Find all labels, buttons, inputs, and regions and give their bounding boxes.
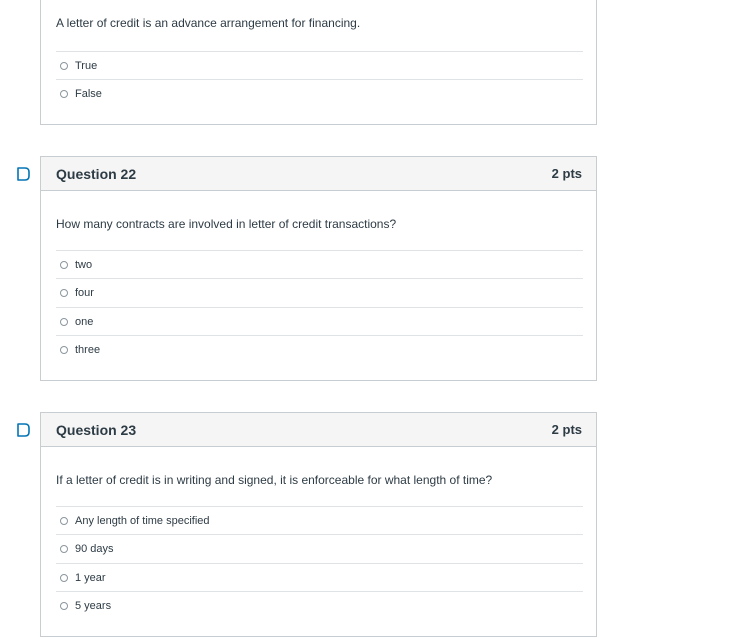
radio-button[interactable] bbox=[60, 545, 68, 553]
radio-button[interactable] bbox=[60, 317, 68, 326]
answer-list: True False bbox=[56, 51, 583, 107]
answer-option[interactable]: 90 days bbox=[56, 534, 583, 563]
flag-question-icon[interactable] bbox=[16, 422, 31, 438]
question-card-23: Question 23 2 pts If a letter of credit … bbox=[40, 412, 597, 637]
answer-label: two bbox=[75, 258, 93, 271]
radio-button[interactable] bbox=[60, 289, 68, 297]
radio-button[interactable] bbox=[60, 89, 68, 98]
answer-label: 5 years bbox=[75, 599, 112, 612]
question-text: How many contracts are involved in lette… bbox=[56, 217, 397, 231]
question-text: A letter of credit is an advance arrange… bbox=[56, 16, 361, 30]
radio-button[interactable] bbox=[60, 573, 68, 582]
answer-option[interactable]: True bbox=[56, 51, 583, 79]
question-points: 2 pts bbox=[551, 422, 582, 437]
radio-button[interactable] bbox=[60, 260, 68, 269]
question-text: If a letter of credit is in writing and … bbox=[56, 473, 493, 487]
answer-label: three bbox=[75, 343, 101, 356]
question-card-22: Question 22 2 pts How many contracts are… bbox=[40, 156, 597, 381]
answer-option[interactable]: Any length of time specified bbox=[56, 506, 583, 534]
question-title: Question 23 bbox=[56, 421, 137, 438]
answer-option[interactable]: False bbox=[56, 79, 583, 107]
answer-label: Any length of time specified bbox=[75, 514, 210, 527]
answer-option[interactable]: one bbox=[56, 307, 583, 335]
answer-label: 90 days bbox=[75, 543, 114, 555]
answer-label: 1 year bbox=[75, 571, 106, 584]
question-title: Question 22 bbox=[56, 165, 137, 182]
answer-option[interactable]: 5 years bbox=[56, 591, 583, 619]
radio-button[interactable] bbox=[60, 345, 68, 354]
answer-option[interactable]: 1 year bbox=[56, 563, 583, 591]
answer-label: one bbox=[75, 315, 94, 328]
flag-question-icon[interactable] bbox=[16, 166, 31, 182]
answer-list: Any length of time specified 90 days 1 y… bbox=[56, 506, 583, 619]
answer-label: True bbox=[75, 59, 98, 72]
radio-button[interactable] bbox=[60, 61, 68, 70]
radio-button[interactable] bbox=[60, 516, 68, 525]
radio-button[interactable] bbox=[60, 601, 68, 610]
question-card-21: A letter of credit is an advance arrange… bbox=[40, 0, 597, 125]
answer-label: four bbox=[75, 287, 94, 299]
answer-label: False bbox=[75, 87, 102, 100]
question-header: Question 23 2 pts bbox=[41, 413, 596, 447]
question-points: 2 pts bbox=[551, 166, 582, 181]
answer-option[interactable]: two bbox=[56, 250, 583, 278]
question-header: Question 22 2 pts bbox=[41, 157, 596, 191]
answer-option[interactable]: three bbox=[56, 335, 583, 363]
answer-option[interactable]: four bbox=[56, 278, 583, 307]
answer-list: two four one three bbox=[56, 250, 583, 363]
